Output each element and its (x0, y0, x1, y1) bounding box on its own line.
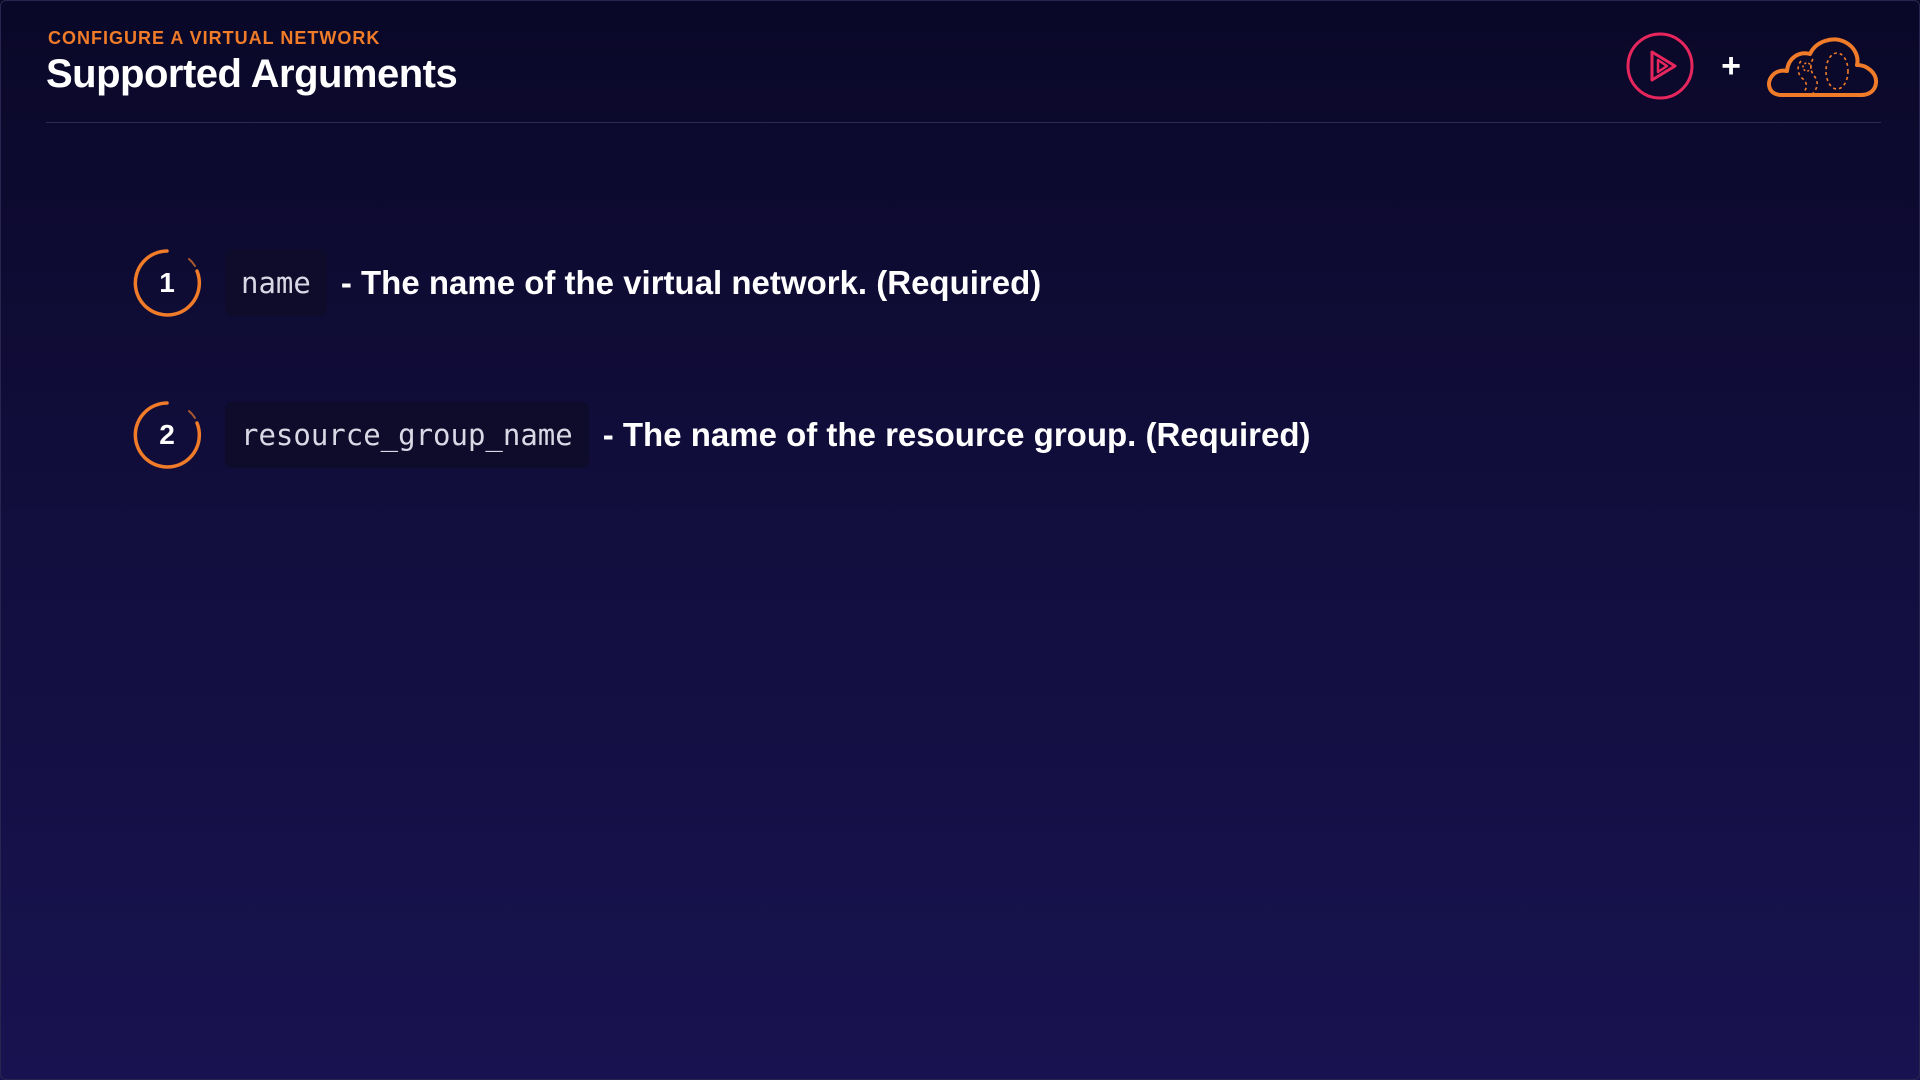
argument-item: 1 name - The name of the virtual network… (131, 245, 1310, 321)
argument-code: name (225, 250, 327, 316)
argument-description: - The name of the resource group. (Requi… (602, 416, 1311, 453)
number-badge: 1 (131, 247, 203, 319)
play-logo-icon (1626, 32, 1694, 100)
section-label: CONFIGURE A VIRTUAL NETWORK (48, 28, 381, 48)
slide-header: CONFIGURE A VIRTUAL NETWORK Supported Ar… (46, 26, 1881, 123)
argument-code: resource_group_name (225, 402, 589, 468)
badge-number: 1 (159, 267, 175, 298)
argument-description: - The name of the virtual network. (Requ… (340, 264, 1042, 301)
number-badge: 2 (131, 399, 203, 471)
arguments-list: 1 name - The name of the virtual network… (131, 245, 1310, 549)
page-title: Supported Arguments (46, 52, 458, 96)
cloud-logo-icon (1767, 37, 1879, 97)
argument-item: 2 resource_group_name - The name of the … (131, 397, 1310, 473)
slide: CONFIGURE A VIRTUAL NETWORK Supported Ar… (0, 0, 1920, 1080)
plus-separator: + (1721, 47, 1741, 85)
brand-logos: + (1625, 31, 1881, 101)
badge-number: 2 (159, 419, 175, 450)
